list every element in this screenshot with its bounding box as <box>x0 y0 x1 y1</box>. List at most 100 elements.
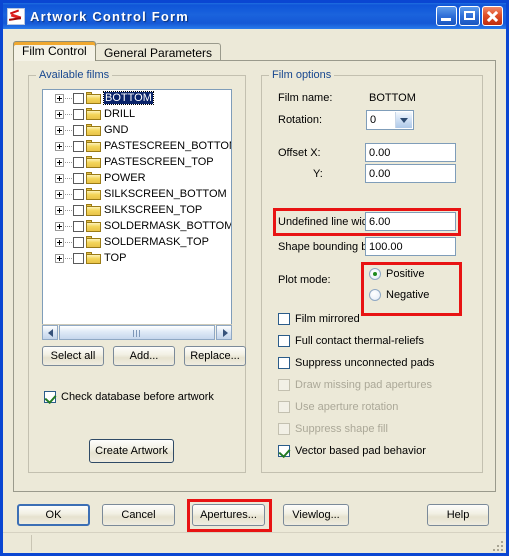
tree-horizontal-scrollbar[interactable] <box>42 324 232 340</box>
expand-icon[interactable] <box>55 125 64 135</box>
draw-missing-pad-apertures-label: Draw missing pad apertures <box>295 379 432 391</box>
tree-item-label[interactable]: SOLDERMASK_TOP <box>104 236 209 248</box>
vector-based-pad-behavior-checkbox[interactable]: Vector based pad behavior <box>278 445 426 459</box>
checkbox-box <box>278 379 290 391</box>
maximize-button[interactable] <box>459 6 480 26</box>
plot-mode-positive-radio[interactable]: Positive <box>369 268 425 280</box>
tree-item[interactable]: PASTESCREEN_BOTTOM <box>43 138 231 154</box>
viewlog-button[interactable]: Viewlog... <box>283 504 349 526</box>
offset-x-input[interactable]: 0.00 <box>365 143 456 162</box>
folder-icon <box>86 172 101 184</box>
tree-item-label[interactable]: DRILL <box>104 108 135 120</box>
tree-item-label[interactable]: PASTESCREEN_TOP <box>104 156 214 168</box>
folder-icon <box>86 204 101 216</box>
tab-film-control[interactable]: Film Control <box>13 41 96 61</box>
tree-item-label[interactable]: SILKSCREEN_TOP <box>104 204 202 216</box>
film-checkbox[interactable] <box>73 188 84 200</box>
plot-mode-negative-radio[interactable]: Negative <box>369 289 429 301</box>
tree-item[interactable]: SOLDERMASK_BOTTOM <box>43 218 231 234</box>
tree-item-label[interactable]: TOP <box>104 252 126 264</box>
vector-based-pad-behavior-label: Vector based pad behavior <box>295 445 426 457</box>
tree-item[interactable]: TOP <box>43 250 231 266</box>
tree-item[interactable]: SOLDERMASK_TOP <box>43 234 231 250</box>
cancel-button[interactable]: Cancel <box>102 504 175 526</box>
tree-item-label[interactable]: POWER <box>104 172 146 184</box>
close-button[interactable] <box>482 6 503 26</box>
check-database-label: Check database before artwork <box>61 391 214 403</box>
select-all-button[interactable]: Select all <box>42 346 104 366</box>
expand-icon[interactable] <box>55 93 64 103</box>
plot-mode-label: Plot mode: <box>278 274 331 286</box>
expand-icon[interactable] <box>55 221 64 231</box>
film-checkbox[interactable] <box>73 92 84 104</box>
film-checkbox[interactable] <box>73 156 84 168</box>
film-options-legend: Film options <box>269 69 335 81</box>
create-artwork-button[interactable]: Create Artwork <box>89 439 174 463</box>
tab-strip: Film Control General Parameters <box>13 41 496 61</box>
scrollbar-thumb[interactable] <box>59 325 215 340</box>
tree-item-label[interactable]: BOTTOM <box>103 91 154 105</box>
window-title: Artwork Control Form <box>30 8 190 24</box>
expand-icon[interactable] <box>55 173 64 183</box>
expand-icon[interactable] <box>55 109 64 119</box>
apertures-button[interactable]: Apertures... <box>192 504 265 526</box>
ok-button[interactable]: OK <box>17 504 90 526</box>
tree-item-label[interactable]: PASTESCREEN_BOTTOM <box>104 140 231 152</box>
tab-general-parameters[interactable]: General Parameters <box>95 43 222 61</box>
expand-icon[interactable] <box>55 189 64 199</box>
scroll-left-button[interactable] <box>42 325 58 340</box>
suppress-shape-fill-label: Suppress shape fill <box>295 423 388 435</box>
full-contact-thermal-reliefs-checkbox[interactable]: Full contact thermal-reliefs <box>278 335 424 347</box>
rotation-combo[interactable]: 0 <box>366 110 414 130</box>
use-aperture-rotation-checkbox: Use aperture rotation <box>278 401 398 413</box>
available-films-tree[interactable]: BOTTOM DRILL GND PASTESCREEN_BOTTOM PAST… <box>42 89 232 340</box>
shape-bounding-box-input[interactable]: 100.00 <box>365 237 456 256</box>
tree-item[interactable]: SILKSCREEN_TOP <box>43 202 231 218</box>
minimize-icon <box>441 18 451 21</box>
rotation-dropdown-button[interactable] <box>395 112 412 128</box>
expand-icon[interactable] <box>55 205 64 215</box>
check-database-checkbox[interactable]: Check database before artwork <box>44 391 214 405</box>
film-checkbox[interactable] <box>73 236 84 248</box>
expand-icon[interactable] <box>55 253 64 263</box>
rotation-value: 0 <box>370 114 377 126</box>
film-checkbox[interactable] <box>73 124 84 136</box>
film-checkbox[interactable] <box>73 204 84 216</box>
film-checkbox[interactable] <box>73 108 84 120</box>
tree-item[interactable]: POWER <box>43 170 231 186</box>
tree-item-label[interactable]: GND <box>104 124 128 136</box>
expand-icon[interactable] <box>55 157 64 167</box>
add-button[interactable]: Add... <box>113 346 175 366</box>
artwork-app-icon <box>7 7 25 25</box>
offset-y-input[interactable]: 0.00 <box>365 164 456 183</box>
minimize-button[interactable] <box>436 6 457 26</box>
film-checkbox[interactable] <box>73 172 84 184</box>
tree-item[interactable]: GND <box>43 122 231 138</box>
check-icon <box>44 391 57 405</box>
chevron-right-icon <box>223 329 228 337</box>
film-checkbox[interactable] <box>73 252 84 264</box>
checkbox-box <box>278 423 290 435</box>
tree-item[interactable]: PASTESCREEN_TOP <box>43 154 231 170</box>
tree-item-label[interactable]: SILKSCREEN_BOTTOM <box>104 188 227 200</box>
tree-item[interactable]: DRILL <box>43 106 231 122</box>
replace-button[interactable]: Replace... <box>184 346 246 366</box>
status-bar <box>3 532 506 553</box>
film-mirrored-checkbox[interactable]: Film mirrored <box>278 313 360 325</box>
expand-icon[interactable] <box>55 237 64 247</box>
help-button[interactable]: Help <box>427 504 489 526</box>
resize-grip[interactable] <box>491 539 503 551</box>
scroll-right-button[interactable] <box>216 325 232 340</box>
chevron-down-icon <box>400 117 408 123</box>
folder-icon <box>86 188 101 200</box>
film-checkbox[interactable] <box>73 220 84 232</box>
undefined-line-width-input[interactable]: 6.00 <box>365 212 456 231</box>
tree-item[interactable]: SILKSCREEN_BOTTOM <box>43 186 231 202</box>
tree-item-label[interactable]: SOLDERMASK_BOTTOM <box>104 220 231 232</box>
film-checkbox[interactable] <box>73 140 84 152</box>
expand-icon[interactable] <box>55 141 64 151</box>
window-buttons <box>436 6 503 26</box>
suppress-unconnected-pads-checkbox[interactable]: Suppress unconnected pads <box>278 357 434 369</box>
tree-item[interactable]: BOTTOM <box>43 90 231 106</box>
film-name-value: BOTTOM <box>369 92 416 104</box>
